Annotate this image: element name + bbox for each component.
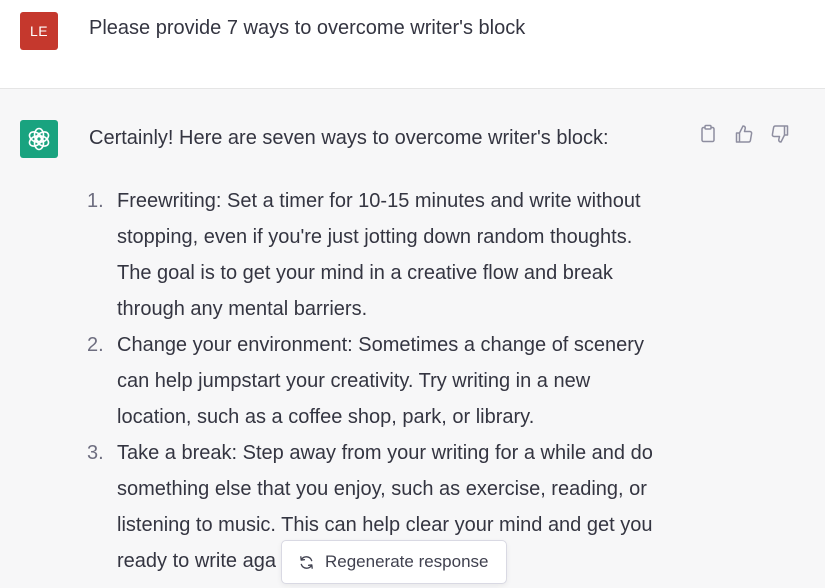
list-item-line: listening to music. This can help clear …: [117, 514, 653, 536]
assistant-avatar: [20, 120, 58, 158]
list-item-line: Change your environment: Sometimes a cha…: [117, 334, 644, 356]
message-actions: [697, 123, 791, 145]
ways-list: 1. Freewriting: Set a timer for 10-15 mi…: [85, 183, 685, 579]
thumbs-up-button[interactable]: [733, 123, 755, 145]
list-item-line: location, such as a coffee shop, park, o…: [117, 406, 535, 428]
list-item-line: The goal is to get your mind in a creati…: [117, 262, 613, 284]
list-item-line: Freewriting: Set a timer for 10-15 minut…: [117, 190, 641, 212]
list-item-line: through any mental barriers.: [117, 298, 368, 320]
thumbs-down-button[interactable]: [769, 123, 791, 145]
thumbs-up-icon: [735, 125, 753, 143]
list-item: 2. Change your environment: Sometimes a …: [85, 327, 685, 435]
assistant-message-row: Certainly! Here are seven ways to overco…: [0, 89, 825, 588]
list-item-line: something else that you enjoy, such as e…: [117, 478, 647, 500]
list-item-number: 1.: [87, 190, 104, 212]
assistant-intro-text: Certainly! Here are seven ways to overco…: [89, 127, 609, 149]
user-message-row: LE Please provide 7 ways to overcome wri…: [0, 0, 825, 89]
copy-icon: [701, 124, 715, 143]
list-item-line: stopping, even if you're just jotting do…: [117, 226, 633, 248]
regenerate-label: Regenerate response: [325, 552, 489, 571]
list-item-number: 3.: [87, 442, 104, 464]
regenerate-response-button[interactable]: Regenerate response: [281, 540, 507, 584]
user-avatar: LE: [20, 12, 58, 50]
copy-button[interactable]: [697, 123, 719, 145]
list-item-number: 2.: [87, 334, 104, 356]
list-item-line: Take a break: Step away from your writin…: [117, 442, 653, 464]
list-item: 1. Freewriting: Set a timer for 10-15 mi…: [85, 183, 685, 327]
list-item-line: can help jumpstart your creativity. Try …: [117, 370, 591, 392]
refresh-icon: [297, 553, 315, 571]
thumbs-down-icon: [771, 125, 789, 143]
user-message-text: Please provide 7 ways to overcome writer…: [89, 17, 526, 39]
openai-logo-icon: [28, 127, 50, 151]
